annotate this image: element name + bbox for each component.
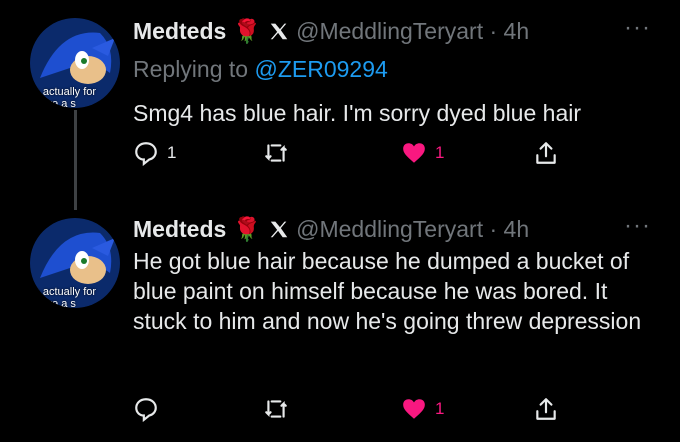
like-button[interactable]: 1 xyxy=(401,140,444,166)
thread-connector xyxy=(74,110,77,210)
action-bar: 1 xyxy=(133,396,653,426)
mention-link[interactable]: @ZER09294 xyxy=(254,56,387,82)
like-count: 1 xyxy=(435,399,445,418)
tweet-text: He got blue hair because he dumped a buc… xyxy=(133,248,642,334)
reply-button[interactable] xyxy=(133,396,167,422)
timestamp[interactable]: 4h xyxy=(504,18,530,44)
share-button[interactable] xyxy=(533,140,559,166)
more-icon[interactable]: ··· xyxy=(624,212,651,240)
avatar-caption: give a s xyxy=(38,98,76,108)
reply-button[interactable]: 1 xyxy=(133,140,176,166)
tweet-header: Medteds 🌹 @MeddlingTeryart · 4h xyxy=(133,16,529,46)
heart-icon xyxy=(403,399,425,419)
timestamp[interactable]: 4h xyxy=(504,216,530,242)
retweet-button[interactable] xyxy=(263,396,297,422)
avatar-caption: ro actually for xyxy=(30,286,97,298)
rose-emoji: 🌹 xyxy=(232,216,262,242)
retweet-button[interactable] xyxy=(263,140,297,166)
share-icon xyxy=(536,142,556,164)
reply-icon xyxy=(135,142,157,166)
like-count: 1 xyxy=(435,143,445,162)
avatar[interactable]: ro actually for give a s xyxy=(30,218,120,308)
reply-icon xyxy=(135,398,157,422)
avatar-caption: give a s xyxy=(38,298,76,308)
avatar[interactable]: ro actually for give a s xyxy=(30,18,120,108)
replying-prefix: Replying to xyxy=(133,56,249,82)
display-name[interactable]: Medteds xyxy=(133,18,226,44)
verified-icon xyxy=(270,23,287,40)
verified-icon xyxy=(270,221,287,238)
rose-emoji: 🌹 xyxy=(232,18,262,44)
share-button[interactable] xyxy=(533,396,559,422)
reply-count: 1 xyxy=(167,143,177,162)
action-bar: 1 1 xyxy=(133,140,653,170)
handle[interactable]: @MeddlingTeryart xyxy=(296,18,483,44)
replying-to: Replying to @ZER09294 xyxy=(133,56,388,83)
tweet[interactable]: ro actually for give a s Medteds 🌹 @Medd… xyxy=(0,0,680,210)
separator: · xyxy=(489,18,498,44)
tweet-header: Medteds 🌹 @MeddlingTeryart · 4h xyxy=(133,214,529,244)
retweet-icon xyxy=(265,400,287,418)
avatar-caption: ro actually for xyxy=(30,86,97,98)
more-icon[interactable]: ··· xyxy=(624,14,651,42)
heart-icon xyxy=(403,143,425,163)
separator: · xyxy=(489,216,498,242)
tweet-text: Smg4 has blue hair. I'm sorry dyed blue … xyxy=(133,100,582,126)
retweet-icon xyxy=(265,144,287,162)
display-name[interactable]: Medteds xyxy=(133,216,226,242)
handle[interactable]: @MeddlingTeryart xyxy=(296,216,483,242)
tweet[interactable]: ro actually for give a s Medteds 🌹 @Medd… xyxy=(0,200,680,442)
like-button[interactable]: 1 xyxy=(401,396,444,422)
share-icon xyxy=(536,398,556,420)
